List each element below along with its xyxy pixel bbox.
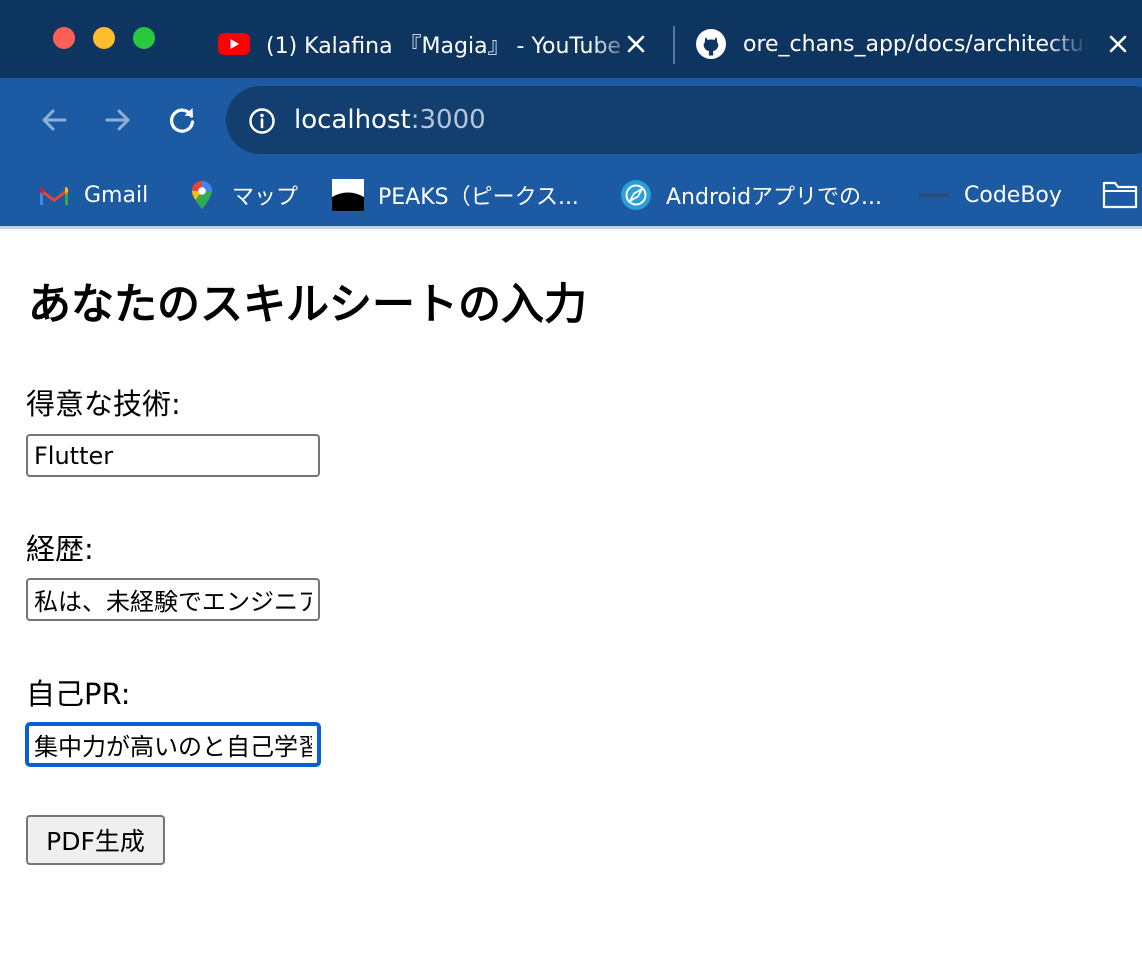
career-label: 経歴: [26, 532, 94, 566]
bookmark-label: マップ [232, 185, 299, 210]
close-window-button[interactable] [53, 27, 75, 49]
bookmark-android-app[interactable]: Androidアプリでの... [620, 175, 882, 215]
tab-title: ore_chans_app/docs/architecture [743, 31, 1088, 57]
codeboy-icon [919, 193, 949, 197]
self-pr-label: 自己PR: [26, 677, 131, 711]
back-arrow-icon[interactable] [36, 102, 72, 138]
bookmarks-bar: Gmail マップ PEAKS（ピークス... Androidアプリでの... … [0, 164, 1142, 226]
github-icon [696, 29, 726, 59]
tab-title: (1) Kalafina 『Magia』 - YouTube [266, 34, 621, 59]
forward-arrow-icon[interactable] [100, 102, 136, 138]
reload-icon[interactable] [164, 102, 200, 138]
gmail-icon [40, 187, 68, 205]
page-content: あなたのスキルシートの入力 得意な技術: 経歴: 自己PR: PDF生成 [0, 229, 1142, 962]
skills-label: 得意な技術: [26, 387, 181, 421]
bookmark-codeboy[interactable]: CodeBoy [918, 175, 1062, 215]
compass-icon [621, 180, 651, 210]
folder-icon[interactable] [1102, 179, 1138, 209]
skills-input[interactable] [26, 434, 320, 477]
bookmark-maps[interactable]: マップ [186, 175, 298, 215]
bookmark-gmail[interactable]: Gmail [38, 175, 148, 215]
close-tab-icon[interactable] [622, 30, 650, 58]
career-input[interactable] [26, 578, 320, 621]
tab-separator [673, 26, 675, 64]
tab-github[interactable]: ore_chans_app/docs/architecture [695, 18, 1142, 70]
url-port: :3000 [410, 105, 486, 135]
address-bar[interactable]: localhost:3000 [226, 86, 1142, 154]
bookmark-label: Androidアプリでの... [666, 185, 883, 210]
self-pr-input[interactable] [26, 723, 320, 766]
maximize-window-button[interactable] [133, 27, 155, 49]
browser-window: (1) Kalafina 『Magia』 - YouTube ore_chans… [0, 0, 1142, 962]
url-text: localhost:3000 [294, 104, 486, 136]
bookmark-peaks[interactable]: PEAKS（ピークス... [332, 175, 579, 215]
minimize-window-button[interactable] [93, 27, 115, 49]
google-maps-icon [192, 181, 212, 209]
tab-strip: (1) Kalafina 『Magia』 - YouTube ore_chans… [0, 0, 1142, 78]
youtube-icon [218, 33, 250, 55]
close-tab-icon[interactable] [1104, 30, 1132, 58]
info-icon[interactable] [248, 107, 276, 135]
page-title: あなたのスキルシートの入力 [28, 280, 587, 330]
url-host: localhost [294, 105, 411, 135]
bookmark-label: Gmail [84, 182, 149, 208]
peaks-icon [332, 179, 364, 211]
browser-toolbar: localhost:3000 [0, 78, 1142, 164]
bookmark-label: CodeBoy [964, 182, 1062, 208]
bookmark-label: PEAKS（ピークス... [378, 185, 579, 210]
tab-youtube[interactable]: (1) Kalafina 『Magia』 - YouTube [218, 18, 658, 70]
generate-pdf-button[interactable]: PDF生成 [26, 815, 165, 865]
